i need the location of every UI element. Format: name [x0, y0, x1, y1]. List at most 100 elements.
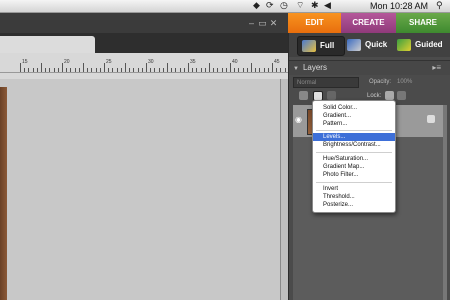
close-icon[interactable]: ✕ — [268, 13, 279, 33]
minimize-icon[interactable]: – — [246, 13, 257, 33]
ruler-tick — [184, 68, 185, 72]
menu-item-posterize[interactable]: Posterize... — [313, 201, 395, 209]
menu-item-pattern[interactable]: Pattern... — [313, 120, 395, 128]
menu-item-photo-filter[interactable]: Photo Filter... — [313, 171, 395, 179]
volume-icon[interactable]: ◀ — [324, 1, 331, 11]
ruler-tick — [66, 68, 67, 72]
menu-item-invert[interactable]: Invert — [313, 185, 395, 193]
ruler-tick — [87, 68, 88, 72]
layers-title: Layers — [302, 63, 327, 72]
ruler-tick — [20, 63, 21, 72]
ruler-tick — [108, 68, 109, 72]
ruler-tick — [243, 68, 244, 72]
layers-panel-header[interactable]: ▼ Layers ▸≡ — [289, 60, 450, 75]
document-area: 15 20 25 30 35 40 45 — [0, 33, 289, 300]
menu-item-gradient[interactable]: Gradient... — [313, 112, 395, 120]
ruler-tick — [75, 68, 76, 72]
ruler-tick — [280, 68, 281, 72]
collapse-triangle-icon[interactable]: ▼ — [293, 62, 299, 76]
ruler-tick — [159, 68, 160, 72]
new-layer-icon[interactable] — [299, 91, 308, 100]
tab-edit[interactable]: EDIT — [288, 13, 341, 33]
guided-edit-icon — [397, 38, 411, 51]
ruler-tick — [276, 68, 277, 72]
ruler-tick — [217, 68, 218, 72]
ruler-tick — [150, 68, 151, 72]
ruler-tick — [251, 63, 252, 72]
menu-item-brightness-contrast[interactable]: Brightness/Contrast... — [313, 141, 395, 149]
ruler-tick — [33, 68, 34, 72]
ruler-tick — [54, 68, 55, 72]
maximize-icon[interactable]: ▭ — [257, 13, 268, 33]
full-edit-label: Full — [320, 41, 335, 50]
quick-edit-label: Quick — [365, 40, 388, 49]
ruler-tick — [104, 63, 105, 72]
ruler-tick — [91, 68, 92, 72]
ruler-tick — [133, 68, 134, 72]
ruler-tick — [37, 68, 38, 72]
ruler-tick — [41, 63, 42, 72]
layers-scrollbar[interactable] — [443, 105, 447, 300]
ruler-tick — [264, 68, 265, 72]
ruler-tick — [112, 68, 113, 72]
bluetooth-icon[interactable]: ✱ — [311, 1, 319, 11]
panel-menu-icon[interactable]: ▸≡ — [432, 61, 441, 75]
full-edit-button[interactable]: Full — [297, 36, 345, 56]
guided-edit-button[interactable]: Guided — [397, 36, 443, 54]
ruler-label: 40 — [232, 59, 238, 65]
lock-all-icon[interactable] — [397, 91, 406, 100]
ruler-tick — [24, 68, 25, 72]
time-machine-icon[interactable]: ◷ — [280, 1, 288, 11]
sync-icon[interactable]: ⟳ — [266, 1, 274, 11]
horizontal-ruler: 15 20 25 30 35 40 45 — [0, 53, 288, 73]
tab-share[interactable]: SHARE — [396, 13, 450, 33]
ruler-tick — [117, 68, 118, 72]
window-controls: – ▭ ✕ — [246, 13, 279, 33]
menu-separator — [316, 130, 392, 131]
ruler-tick — [259, 68, 260, 72]
ruler-tick — [234, 68, 235, 72]
ruler-tick — [100, 68, 101, 72]
ruler-tick — [62, 63, 63, 72]
opacity-input[interactable]: 100% — [397, 77, 412, 88]
ruler-tick — [247, 68, 248, 72]
ruler-tick — [70, 68, 71, 72]
ruler-tick — [230, 63, 231, 72]
app-title-bar: – ▭ ✕ — [0, 13, 288, 33]
ruler-tick — [196, 68, 197, 72]
opacity-label: Opacity: — [369, 79, 392, 85]
ruler-label: 25 — [106, 59, 112, 65]
ruler-tick — [154, 68, 155, 72]
blend-mode-select[interactable]: Normal — [293, 77, 359, 88]
spotlight-icon[interactable]: ⚲ — [436, 1, 443, 11]
ruler-tick — [45, 68, 46, 72]
quick-edit-button[interactable]: Quick — [347, 36, 387, 54]
ruler-label: 45 — [274, 59, 280, 65]
ruler-tick — [226, 68, 227, 72]
guided-edit-label: Guided — [415, 40, 443, 49]
menu-item-solid-color[interactable]: Solid Color... — [313, 104, 395, 112]
menu-item-levels[interactable]: Levels... — [313, 133, 395, 141]
menu-item-hue-saturation[interactable]: Hue/Saturation... — [313, 155, 395, 163]
ruler-label: 15 — [22, 59, 28, 65]
document-tab[interactable] — [0, 36, 95, 53]
ruler-tick — [285, 68, 286, 72]
menubar-clock[interactable]: Mon 10:28 AM — [370, 1, 428, 11]
image-canvas[interactable] — [0, 79, 280, 300]
tab-create[interactable]: CREATE — [341, 13, 396, 33]
ruler-tick — [125, 63, 126, 72]
visibility-eye-icon[interactable]: ◉ — [295, 115, 302, 124]
ruler-tick — [58, 68, 59, 72]
quick-edit-icon — [347, 38, 361, 51]
lock-transparent-icon[interactable] — [385, 91, 394, 100]
menu-item-gradient-map[interactable]: Gradient Map... — [313, 163, 395, 171]
ruler-tick — [79, 68, 80, 72]
wifi-icon[interactable]: ⌔ — [296, 1, 304, 11]
ruler-tick — [175, 68, 176, 72]
menu-item-threshold[interactable]: Threshold... — [313, 193, 395, 201]
delete-layer-icon[interactable] — [327, 91, 336, 100]
dropbox-icon[interactable]: ◆ — [253, 1, 260, 11]
full-edit-icon — [302, 39, 316, 52]
system-menubar: ◆ ⟳ ◷ ⌔ ✱ ◀ Mon 10:28 AM ⚲ — [0, 0, 450, 13]
ruler-tick — [146, 63, 147, 72]
